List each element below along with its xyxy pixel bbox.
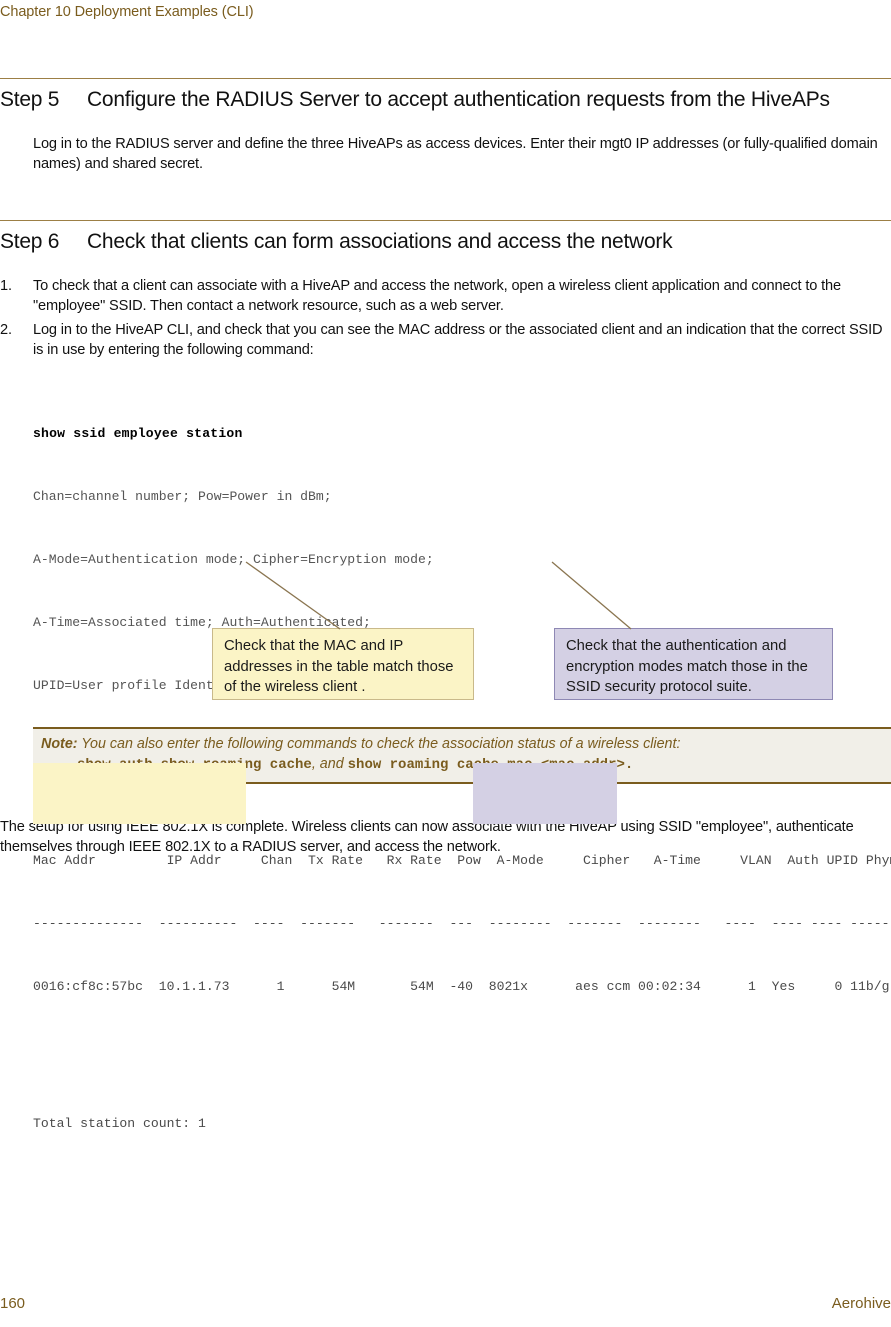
cli-table-data-row: 0016:cf8c:57bc 10.1.1.73 1 54M 54M -40 8…	[33, 979, 890, 994]
running-header: Chapter 10 Deployment Examples (CLI)	[0, 4, 254, 20]
list-item-text: To check that a client can associate wit…	[33, 278, 841, 314]
callout-auth-encryption: Check that the authentication and encryp…	[554, 628, 833, 700]
step-6-title: Check that clients can form associations…	[87, 230, 673, 253]
step-6-label: Step 6	[0, 230, 60, 253]
list-item: 2. Log in to the HiveAP CLI, and check t…	[0, 321, 891, 360]
step-5-block: Step 5 Configure the RADIUS Server to ac…	[0, 78, 891, 113]
cli-table-divider-row: -------------- ---------- ---- ------- -…	[33, 916, 891, 931]
cli-table-header-row: Mac Addr IP Addr Chan Tx Rate Rx Rate Po…	[33, 853, 891, 868]
list-item-number: 1.	[0, 278, 12, 294]
page-footer: 160 Aerohive	[0, 1293, 891, 1315]
footer-brand: Aerohive	[831, 1295, 891, 1312]
list-item: 1. To check that a client can associate …	[0, 277, 891, 316]
step-5-title: Configure the RADIUS Server to accept au…	[87, 88, 830, 111]
footer-page-number: 160	[0, 1295, 26, 1312]
list-item-text: Log in to the HiveAP CLI, and check that…	[33, 322, 883, 358]
step-6-heading: Step 6 Check that clients can form assoc…	[0, 221, 891, 255]
note-separator-2: ,	[311, 756, 316, 772]
step-5-body: Log in to the RADIUS server and define t…	[33, 136, 878, 172]
cli-command: show ssid employee station	[33, 426, 243, 441]
step-5-heading: Step 5 Configure the RADIUS Server to ac…	[0, 79, 891, 113]
callout-mac-ip: Check that the MAC and IP addresses in t…	[212, 628, 474, 700]
step-6-block: Step 6 Check that clients can form assoc…	[0, 220, 891, 255]
list-item-number: 2.	[0, 322, 12, 339]
step-5-label: Step 5	[0, 88, 60, 111]
note-text: You can also enter the following command…	[81, 736, 681, 752]
cli-station-table: Mac Addr IP Addr Chan Tx Rate Rx Rate Po…	[33, 763, 891, 1039]
cli-legend-line: A-Mode=Authentication mode; Cipher=Encry…	[33, 552, 434, 567]
highlight-amode-cipher-columns	[473, 763, 617, 824]
note-label: Note:	[41, 736, 78, 752]
procedure-list: 1. To check that a client can associate …	[0, 277, 891, 365]
cli-total-station-count: Total station count: 1	[33, 1116, 206, 1131]
note-first-line: Note: You can also enter the following c…	[41, 735, 883, 754]
note-end-punctuation: .	[624, 757, 634, 773]
highlight-mac-ip-columns	[33, 763, 246, 824]
note-conjunction: and	[319, 756, 344, 772]
cli-legend-line: Chan=channel number; Pow=Power in dBm;	[33, 489, 332, 504]
